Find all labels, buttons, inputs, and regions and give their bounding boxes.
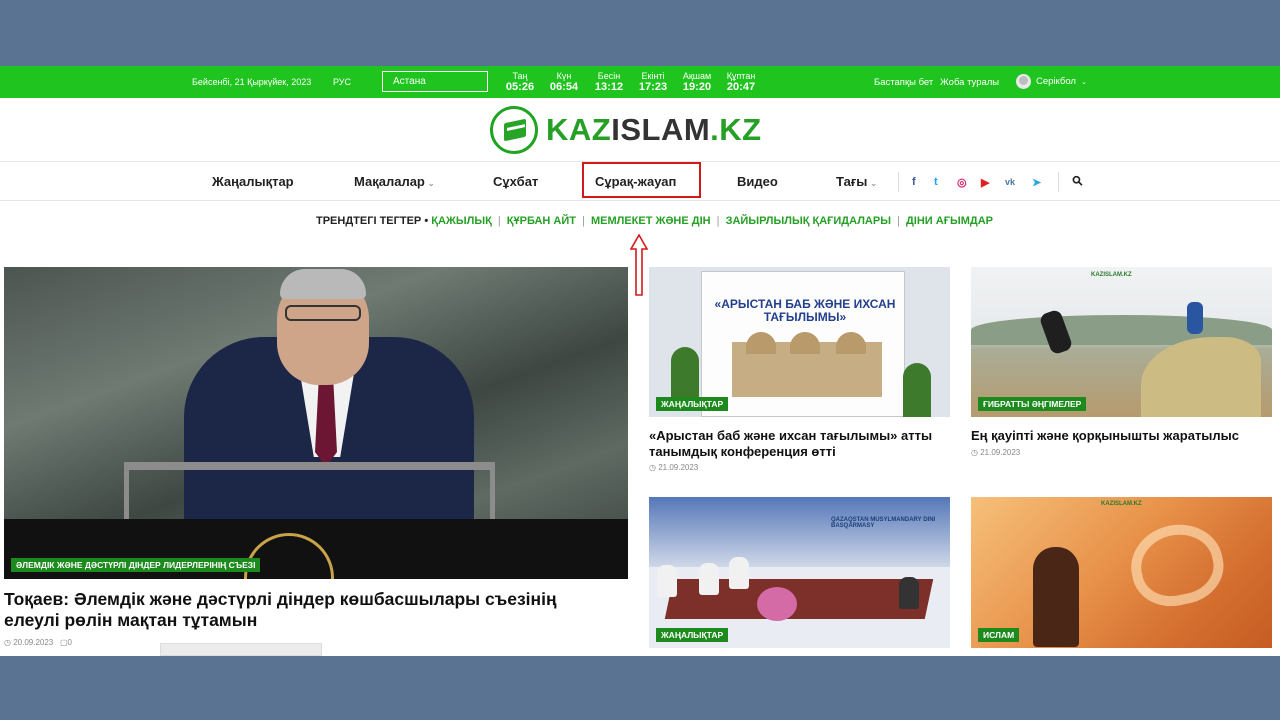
prayer-time-isha: Құптан 20:47 (719, 71, 763, 94)
prayer-name: Бесін (597, 71, 621, 81)
prayer-time: 06:54 (549, 81, 579, 93)
prayer-time-fajr: Таң 05:26 (498, 71, 542, 94)
city-select[interactable]: Астана (382, 71, 488, 92)
prayer-time: 05:26 (505, 81, 535, 93)
language-switch[interactable]: РУС (333, 77, 351, 87)
facebook-icon[interactable]: f (912, 176, 916, 188)
category-badge[interactable]: ЖАҢАЛЫҚТАР (656, 628, 729, 642)
article-title[interactable]: Ең қауіпті және қорқынышты жаратылыс (971, 428, 1271, 444)
nav-item-more[interactable]: Тағы ⌄ (836, 174, 877, 189)
instagram-icon[interactable]: ◎ (957, 176, 967, 189)
tag-link[interactable]: МЕМЛЕКЕТ ЖӘНЕ ДІН (591, 215, 711, 227)
article-card-image[interactable]: «АРЫСТАН БАБ ЖӘНЕ ИХСАН ТАҒЫЛЫМЫ» ЖАҢАЛЫ… (649, 267, 950, 417)
top-bar: Бейсенбі, 21 Қыркүйек, 2023 РУС Астана Т… (0, 66, 1280, 98)
prayer-name: Құптан (726, 71, 756, 81)
prayer-name: Ақшам (682, 71, 712, 81)
image-headline: «АРЫСТАН БАБ ЖӘНЕ ИХСАН ТАҒЫЛЫМЫ» (714, 297, 896, 324)
article-title[interactable]: «Арыстан баб және ихсан тағылымы» атты т… (649, 428, 949, 460)
tag-link[interactable]: ҚАЖЫЛЫҚ (431, 215, 492, 227)
chevron-down-icon: ⌄ (1080, 78, 1087, 86)
browser-page: Бейсенбі, 21 Қыркүйек, 2023 РУС Астана Т… (0, 66, 1280, 656)
category-badge[interactable]: ИСЛАМ (978, 628, 1020, 642)
post-date: ◷ 21.09.2023 (649, 463, 699, 472)
prayer-name: Екінті (641, 71, 665, 81)
category-badge[interactable]: ЖАҢАЛЫҚТАР (656, 397, 729, 411)
prayer-time: 20:47 (726, 81, 756, 93)
watermark: KAZISLAM.KZ (1091, 272, 1132, 278)
logo-text: KAZISLAM.KZ (546, 112, 762, 147)
article-card-image[interactable]: QAZAQSTAN MUSYLMANDARY DINI BASQARMASY Ж… (649, 497, 950, 648)
prayer-name: Таң (512, 71, 528, 81)
featured-title[interactable]: Тоқаев: Әлемдік және дәстүрлі діндер көш… (4, 589, 604, 631)
telegram-icon[interactable]: ➤ (1032, 176, 1041, 189)
overlay-stub (160, 643, 322, 656)
annotation-arrow-icon (630, 234, 648, 296)
home-link[interactable]: Бастапқы бет (874, 77, 933, 88)
tag-link[interactable]: ҚҰРБАН АЙТ (507, 215, 576, 227)
prayer-time-maghrib: Ақшам 19:20 (675, 71, 719, 94)
prayer-time-dhuhr: Бесін 13:12 (587, 71, 631, 94)
article-card-image[interactable]: KAZISLAM.KZ ҒИБРАТТЫ ӘҢГІМЕЛЕР (971, 267, 1272, 417)
prayer-time: 13:12 (594, 81, 624, 93)
search-icon[interactable]: ⚲ (1069, 172, 1087, 190)
trending-label: ТРЕНДТЕГІ ТЕГТЕР • (316, 215, 429, 227)
logo-emblem-icon (490, 106, 538, 154)
prayer-time-sunrise: Күн 06:54 (542, 71, 586, 94)
user-menu[interactable]: Серікбол ⌄ (1016, 74, 1087, 89)
about-link[interactable]: Жоба туралы (940, 77, 999, 88)
featured-image[interactable]: ӘЛЕМДІК ЖӘНЕ ДӘСТҮРЛІ ДІНДЕР ЛИДЕРЛЕРІНІ… (4, 267, 628, 579)
site-logo[interactable]: KAZISLAM.KZ (490, 106, 762, 154)
twitter-icon[interactable]: t (934, 176, 938, 188)
comment-count[interactable]: ▢0 (60, 638, 72, 647)
article-card-image[interactable]: KAZISLAM.KZ ИСЛАМ (971, 497, 1272, 648)
prayer-time: 17:23 (638, 81, 668, 93)
prayer-time-asr: Екінті 17:23 (631, 71, 675, 94)
nav-item-articles[interactable]: Мақалалар ⌄ (354, 174, 435, 189)
user-name: Серікбол (1036, 76, 1076, 87)
nav-item-interview[interactable]: Сұхбат (493, 174, 538, 189)
trending-tags: ТРЕНДТЕГІ ТЕГТЕР • ҚАЖЫЛЫҚ | ҚҰРБАН АЙТ … (316, 215, 993, 227)
nav-item-news[interactable]: Жаңалықтар (212, 174, 294, 189)
chevron-down-icon: ⌄ (870, 179, 878, 188)
chevron-down-icon: ⌄ (427, 179, 435, 188)
prayer-name: Күн (556, 71, 572, 81)
avatar (1016, 74, 1031, 89)
prayer-time: 19:20 (682, 81, 712, 93)
image-banner: QAZAQSTAN MUSYLMANDARY DINI BASQARMASY (831, 517, 936, 529)
nav-item-qa[interactable]: Сұрақ-жауап (595, 174, 676, 189)
category-badge[interactable]: ӘЛЕМДІК ЖӘНЕ ДӘСТҮРЛІ ДІНДЕР ЛИДЕРЛЕРІНІ… (11, 558, 261, 572)
vk-icon[interactable]: vk (1005, 177, 1015, 187)
main-nav: Жаңалықтар Мақалалар ⌄ Сұхбат Сұрақ-жауап… (0, 161, 1280, 201)
current-date: Бейсенбі, 21 Қыркүйек, 2023 (192, 77, 312, 87)
tag-link[interactable]: ДІНИ АҒЫМДАР (906, 215, 993, 227)
youtube-icon[interactable]: ▶ (981, 176, 989, 189)
category-badge[interactable]: ҒИБРАТТЫ ӘҢГІМЕЛЕР (978, 397, 1087, 411)
tag-link[interactable]: ЗАЙЫРЛЫЛЫҚ ҚАҒИДАЛАРЫ (726, 215, 891, 227)
post-date: ◷ 20.09.2023 (4, 638, 54, 647)
nav-item-video[interactable]: Видео (737, 174, 778, 189)
post-date: ◷ 21.09.2023 (971, 448, 1021, 457)
watermark: KAZISLAM.KZ (1101, 501, 1142, 507)
